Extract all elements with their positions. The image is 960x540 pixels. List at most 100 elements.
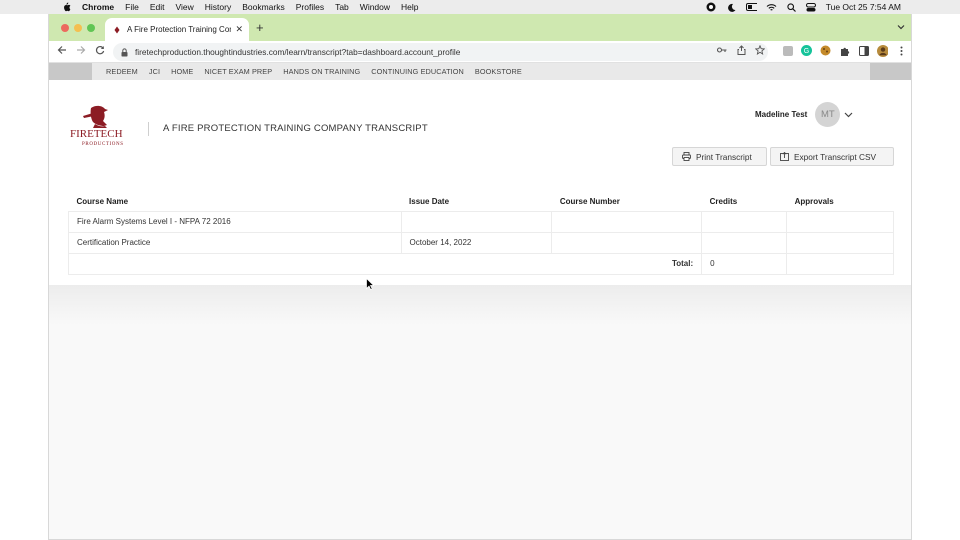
cell-credits — [701, 210, 788, 233]
desktop-right — [912, 14, 960, 540]
table-header-row: Course Name Issue Date Course Number Cre… — [69, 193, 894, 211]
nav-link-hands-on-training[interactable]: HANDS ON TRAINING — [283, 67, 360, 76]
cookie-extension-icon[interactable] — [820, 45, 831, 56]
menu-history[interactable]: History — [205, 2, 231, 12]
nav-right-block — [870, 63, 911, 80]
nav-link-continuing-education[interactable]: CONTINUING EDUCATION — [371, 67, 464, 76]
export-icon — [780, 152, 789, 161]
nav-link-home[interactable]: HOME — [171, 67, 193, 76]
table-row: Fire Alarm Systems Level I - NFPA 72 201… — [68, 210, 894, 233]
fullscreen-window-button[interactable] — [87, 24, 95, 32]
col-approvals: Approvals — [794, 197, 834, 207]
menu-tab[interactable]: Tab — [335, 2, 349, 12]
url-text: firetechproduction.thoughtindustries.com… — [135, 47, 461, 57]
macos-menu-bar: Chrome File Edit View History Bookmarks … — [0, 0, 960, 14]
col-credits: Credits — [709, 197, 738, 207]
address-bar[interactable]: firetechproduction.thoughtindustries.com… — [113, 43, 768, 61]
table-total-row: Total: 0 — [67, 252, 894, 275]
control-center-icon[interactable] — [806, 2, 817, 12]
chevron-down-icon[interactable] — [844, 110, 853, 119]
page-title: A FIRE PROTECTION TRAINING COMPANY TRANS… — [163, 123, 428, 134]
browser-window: A Fire Protection Training Com ✕ + firet… — [48, 14, 912, 540]
footer-shadow — [49, 285, 911, 325]
menu-edit[interactable]: Edit — [150, 2, 165, 12]
table-row: Certification Practice October 14, 2022 — [68, 231, 894, 254]
battery-icon[interactable] — [745, 2, 757, 12]
browser-toolbar: firetechproduction.thoughtindustries.com… — [49, 41, 911, 63]
menubar-datetime[interactable]: Tue Oct 25 7:54 AM — [826, 2, 901, 12]
spotlight-search-icon[interactable] — [786, 2, 797, 12]
menu-profiles[interactable]: Profiles — [296, 2, 324, 12]
record-icon[interactable] — [706, 2, 717, 12]
nav-link-nicet-exam-prep[interactable]: NICET EXAM PREP — [204, 67, 272, 76]
browser-tab-active[interactable]: A Fire Protection Training Com ✕ — [105, 18, 249, 41]
total-label: Total: — [67, 252, 703, 275]
col-course-name: Course Name — [76, 197, 129, 207]
cell-issue-date — [400, 210, 553, 233]
menu-view[interactable]: View — [175, 2, 193, 12]
col-issue-date: Issue Date — [409, 197, 450, 207]
cell-course-number — [551, 231, 703, 254]
col-course-number: Course Number — [559, 197, 620, 207]
new-tab-button[interactable]: + — [256, 21, 264, 34]
cell-issue-date: October 14, 2022 — [400, 231, 553, 254]
profile-avatar-icon[interactable] — [877, 44, 888, 57]
header-divider — [148, 122, 149, 136]
export-csv-label: Export Transcript CSV — [794, 151, 877, 162]
total-approvals-cell — [786, 252, 894, 275]
wifi-icon[interactable] — [766, 2, 777, 12]
site-navigation: REDEEM JCI HOME NICET EXAM PREP HANDS ON… — [49, 63, 911, 80]
cell-approvals — [786, 231, 894, 254]
nav-link-bookstore[interactable]: BOOKSTORE — [475, 67, 522, 76]
svg-text:G: G — [804, 48, 809, 55]
export-csv-button[interactable]: Export Transcript CSV — [770, 147, 894, 166]
user-name[interactable]: Madeline Test — [755, 110, 807, 119]
menu-app-name[interactable]: Chrome — [82, 2, 114, 12]
reload-icon[interactable] — [95, 45, 105, 59]
nav-left-block — [49, 63, 92, 80]
cell-course-name: Certification Practice — [68, 231, 402, 254]
grammarly-icon[interactable]: G — [801, 45, 812, 56]
extension-gray-icon[interactable] — [782, 45, 793, 56]
cell-approvals — [786, 210, 894, 233]
svg-text:FIRETECH: FIRETECH — [70, 128, 123, 140]
menu-bookmarks[interactable]: Bookmarks — [242, 2, 285, 12]
extensions-puzzle-icon[interactable] — [839, 45, 850, 56]
back-arrow-icon[interactable] — [57, 45, 67, 59]
nav-link-redeem[interactable]: REDEEM — [106, 67, 138, 76]
key-icon[interactable] — [717, 45, 727, 55]
menu-help[interactable]: Help — [401, 2, 418, 12]
site-favicon-icon — [113, 26, 121, 34]
moon-icon[interactable] — [726, 2, 737, 12]
side-panel-icon[interactable] — [858, 45, 869, 56]
avatar[interactable]: MT — [815, 102, 841, 127]
close-window-button[interactable] — [61, 24, 69, 32]
transcript-table: Course Name Issue Date Course Number Cre… — [67, 193, 894, 275]
user-menu[interactable]: Madeline Test MT — [755, 102, 853, 127]
share-icon[interactable] — [736, 45, 746, 55]
lock-icon[interactable] — [121, 47, 129, 57]
desktop-left — [0, 14, 48, 540]
tab-strip: A Fire Protection Training Com ✕ + — [49, 14, 911, 41]
svg-text:PRODUCTIONS: PRODUCTIONS — [82, 142, 124, 147]
page-lower-area — [49, 325, 911, 539]
bookmark-star-icon[interactable] — [755, 45, 765, 55]
apple-icon[interactable] — [60, 2, 72, 13]
printer-icon — [682, 152, 691, 161]
cell-course-name: Fire Alarm Systems Level I - NFPA 72 201… — [68, 210, 402, 233]
tab-search-chevron-icon[interactable] — [897, 23, 905, 32]
firetech-logo[interactable]: FIRETECH PRODUCTIONS — [69, 104, 135, 148]
nav-link-jci[interactable]: JCI — [149, 67, 160, 76]
chrome-menu-icon[interactable] — [896, 45, 907, 56]
menu-window[interactable]: Window — [360, 2, 390, 12]
print-transcript-button[interactable]: Print Transcript — [672, 147, 767, 166]
tab-close-icon[interactable]: ✕ — [235, 24, 243, 35]
print-transcript-label: Print Transcript — [696, 151, 752, 162]
minimize-window-button[interactable] — [74, 24, 82, 32]
forward-arrow-icon[interactable] — [76, 45, 86, 59]
cell-course-number — [551, 210, 703, 233]
tab-title: A Fire Protection Training Com — [127, 25, 231, 34]
transcript-page: FIRETECH PRODUCTIONS A FIRE PROTECTION T… — [49, 80, 911, 285]
total-value: 0 — [701, 252, 788, 275]
menu-file[interactable]: File — [125, 2, 139, 12]
